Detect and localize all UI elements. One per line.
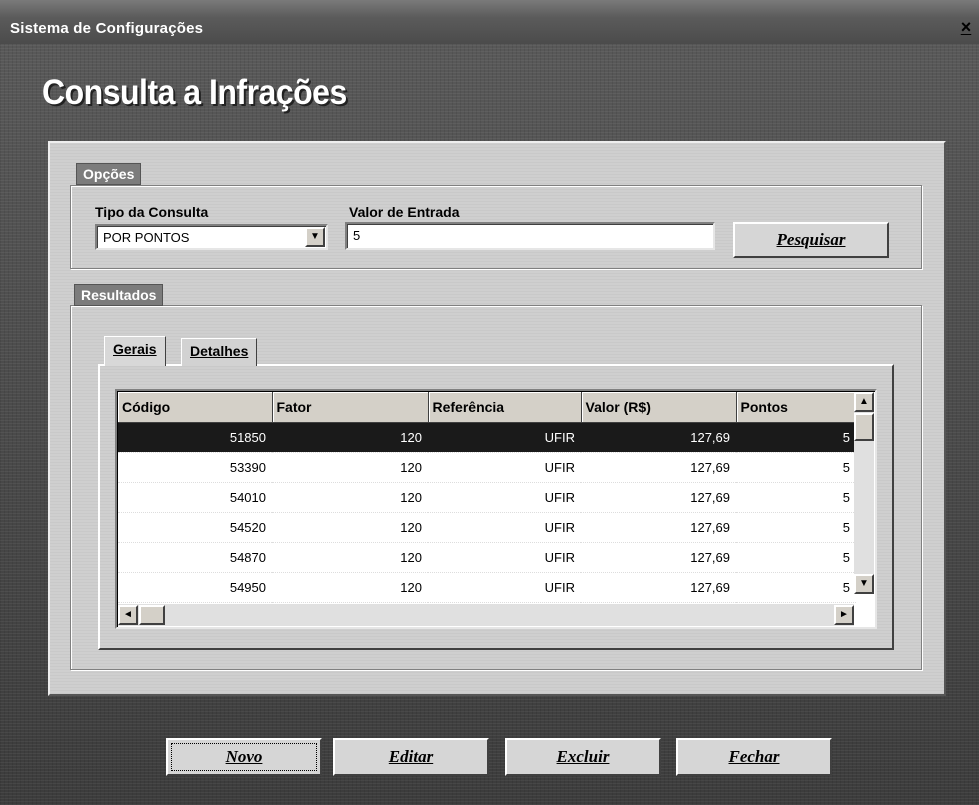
cell-pontos: 5	[736, 512, 856, 543]
excluir-button[interactable]: Excluir	[505, 738, 661, 776]
cell-pontos: 5	[736, 542, 856, 573]
table-header-row: Código Fator Referência Valor (R$) Ponto…	[118, 392, 857, 423]
table-row[interactable]: 51850 120 UFIR 127,69 5	[118, 422, 856, 453]
novo-button[interactable]: Novo	[166, 738, 322, 776]
table-row[interactable]: 54870 120 UFIR 127,69 5	[118, 542, 856, 573]
cell-fator: 120	[272, 422, 428, 453]
pesquisar-button[interactable]: Pesquisar	[733, 222, 889, 258]
table-row[interactable]: 53390 120 UFIR 127,69 5	[118, 452, 856, 483]
table-row[interactable]: 54520 120 UFIR 127,69 5	[118, 512, 856, 543]
fechar-button-label: Fechar	[728, 747, 780, 766]
page-title: Consulta a Infrações	[42, 72, 347, 112]
vertical-scrollbar[interactable]: ▲ ▼	[854, 392, 874, 594]
column-header-codigo[interactable]: Código	[118, 392, 273, 423]
tipo-consulta-select[interactable]: POR PONTOS ▼	[95, 224, 328, 250]
tab-gerais-label: Gerais	[113, 341, 157, 357]
column-header-valor[interactable]: Valor (R$)	[581, 392, 737, 423]
opcoes-group-label: Opções	[76, 163, 142, 185]
cell-fator: 120	[272, 542, 428, 573]
cell-referencia: UFIR	[428, 482, 581, 513]
hscroll-thumb[interactable]	[139, 605, 165, 625]
cell-codigo: 51850	[118, 422, 272, 453]
horizontal-scrollbar[interactable]: ◄ ►	[118, 604, 854, 626]
cell-codigo: 54950	[118, 572, 272, 603]
cell-codigo: 54870	[118, 542, 272, 573]
valor-entrada-label: Valor de Entrada	[349, 204, 460, 220]
cell-codigo: 54010	[118, 482, 272, 513]
editar-button[interactable]: Editar	[333, 738, 489, 776]
cell-pontos: 5	[736, 452, 856, 483]
cell-referencia: UFIR	[428, 512, 581, 543]
resultados-group-label: Resultados	[74, 284, 164, 306]
cell-referencia: UFIR	[428, 452, 581, 483]
cell-valor: 127,69	[581, 512, 736, 543]
arrow-left-icon[interactable]: ◄	[118, 605, 138, 625]
column-header-referencia[interactable]: Referência	[428, 392, 582, 423]
table-row[interactable]: 54010 120 UFIR 127,69 5	[118, 482, 856, 513]
table-row[interactable]: 54950 120 UFIR 127,69 5	[118, 572, 856, 603]
cell-valor: 127,69	[581, 422, 736, 453]
editar-button-label: Editar	[388, 747, 434, 766]
cell-valor: 127,69	[581, 482, 736, 513]
arrow-right-icon[interactable]: ►	[834, 605, 854, 625]
chevron-down-icon[interactable]: ▼	[305, 227, 325, 247]
window-title: Sistema de Configurações	[10, 20, 204, 37]
arrow-down-icon[interactable]: ▼	[854, 574, 874, 594]
valor-entrada-input[interactable]: 5	[345, 222, 715, 250]
cell-referencia: UFIR	[428, 542, 581, 573]
cell-fator: 120	[272, 452, 428, 483]
title-bar: Sistema de Configurações ×	[0, 0, 979, 44]
fechar-button[interactable]: Fechar	[676, 738, 832, 776]
column-header-fator[interactable]: Fator	[272, 392, 429, 423]
cell-valor: 127,69	[581, 572, 736, 603]
cell-fator: 120	[272, 482, 428, 513]
tab-detalhes[interactable]: Detalhes	[181, 338, 258, 366]
tipo-consulta-value: POR PONTOS	[103, 230, 190, 245]
novo-button-label: Novo	[225, 747, 263, 766]
pesquisar-button-label: Pesquisar	[776, 230, 846, 249]
scroll-thumb[interactable]	[854, 413, 874, 441]
cell-fator: 120	[272, 572, 428, 603]
excluir-button-label: Excluir	[556, 747, 610, 766]
results-grid[interactable]: Código Fator Referência Valor (R$) Ponto…	[115, 389, 877, 629]
close-icon[interactable]: ×	[957, 18, 975, 38]
cell-pontos: 5	[736, 572, 856, 603]
cell-valor: 127,69	[581, 452, 736, 483]
arrow-up-icon[interactable]: ▲	[854, 392, 874, 412]
cell-fator: 120	[272, 512, 428, 543]
cell-referencia: UFIR	[428, 572, 581, 603]
cell-pontos: 5	[736, 482, 856, 513]
cell-codigo: 53390	[118, 452, 272, 483]
cell-referencia: UFIR	[428, 422, 581, 453]
tab-detalhes-label: Detalhes	[190, 343, 249, 359]
tab-gerais[interactable]: Gerais	[104, 336, 166, 366]
cell-pontos: 5	[736, 422, 856, 453]
tipo-consulta-label: Tipo da Consulta	[95, 204, 209, 220]
column-header-pontos[interactable]: Pontos	[736, 392, 857, 423]
cell-codigo: 54520	[118, 512, 272, 543]
cell-valor: 127,69	[581, 542, 736, 573]
results-table: Código Fator Referência Valor (R$) Ponto…	[118, 392, 857, 603]
